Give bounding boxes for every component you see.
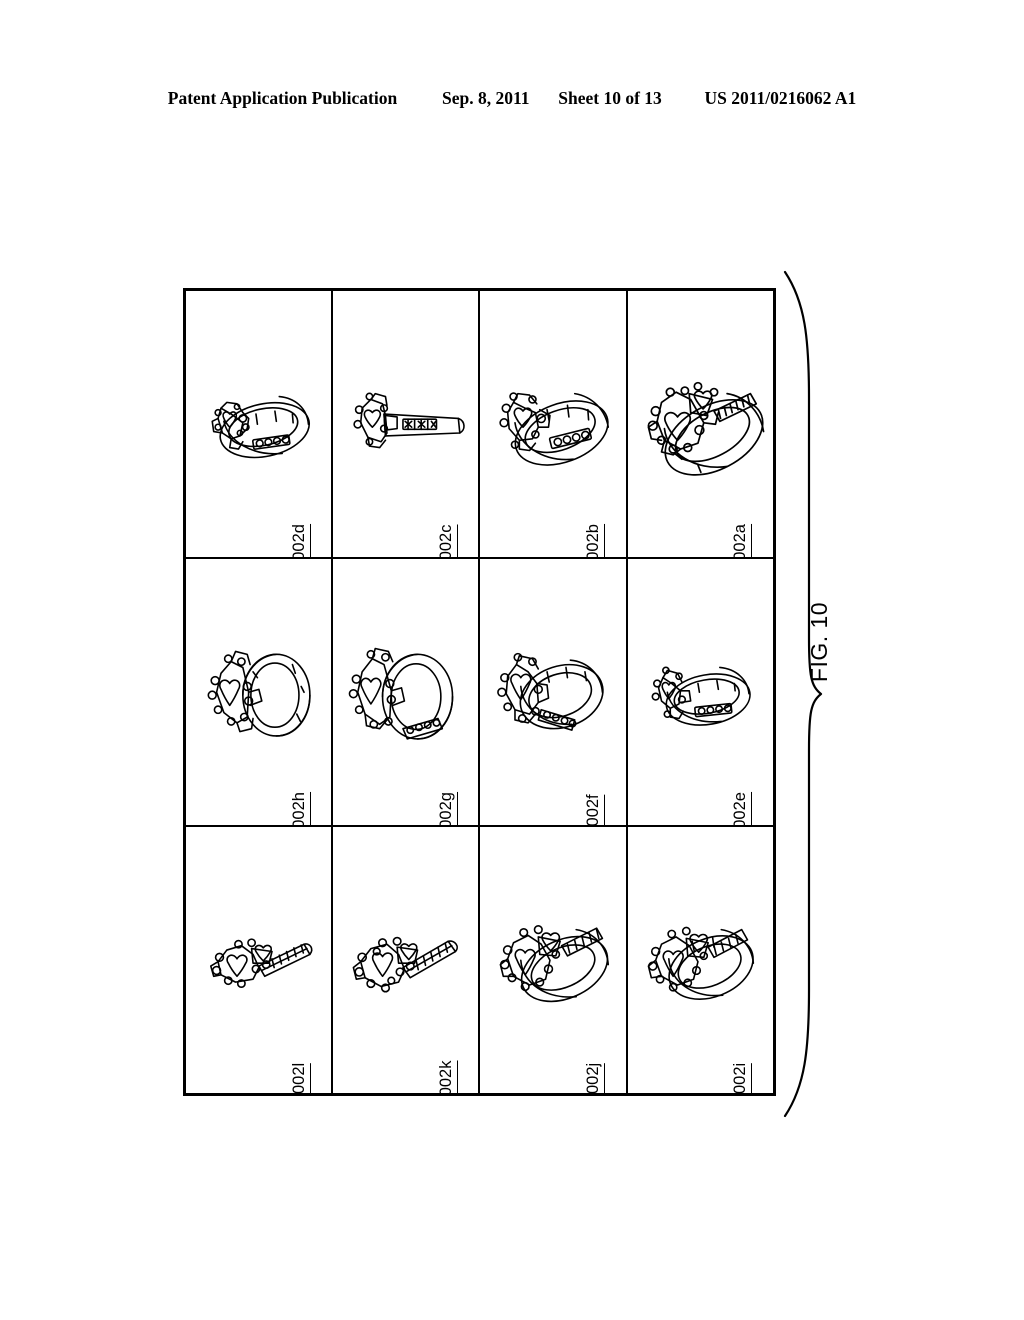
label-wrap-1002d: 1002d: [289, 485, 322, 558]
ring-cell-1002e: 1002e: [625, 556, 776, 828]
ring-label-1002g: 1002g: [436, 792, 458, 826]
ring-cell-1002f: 1002f: [478, 556, 628, 828]
label-wrap-1002g: 1002g: [436, 753, 469, 826]
ring-label-1002l: 1002l: [289, 1063, 311, 1094]
header-date: Sep. 8, 2011: [441, 88, 530, 108]
label-wrap-1002h: 1002h: [289, 753, 322, 826]
label-wrap-1002l: 1002l: [289, 1021, 322, 1094]
ring-label-1002c: 1002c: [436, 524, 458, 558]
label-wrap-1002b: 1002b: [584, 485, 616, 558]
header-publication: Patent Application Publication: [167, 88, 398, 108]
ring-label-1002e: 1002e: [731, 792, 753, 826]
ring-cell-1002l: 1002l: [183, 824, 334, 1096]
label-wrap-1002j: 1002j: [584, 1021, 616, 1094]
ring-image-grid: 1002d 1002c 1002b 1002a 1002h 1002g 1002…: [183, 288, 776, 1096]
figure-caption-text: FIG. 10: [806, 601, 832, 683]
label-wrap-1002i: 1002i: [731, 1021, 763, 1094]
ring-cell-1002g: 1002g: [331, 556, 481, 828]
label-wrap-1002e: 1002e: [731, 753, 763, 826]
ring-label-1002a: 1002a: [731, 524, 753, 558]
ring-label-1002j: 1002j: [584, 1063, 605, 1094]
header-patent-number: US 2011/0216062 A1: [704, 88, 857, 108]
ring-cell-1002j: 1002j: [478, 824, 628, 1096]
ring-cell-1002h: 1002h: [183, 556, 334, 828]
header-sheet-number: Sheet 10 of 13: [558, 88, 662, 108]
ring-label-1002i: 1002i: [731, 1063, 753, 1094]
ring-cell-1002c: 1002c: [331, 288, 481, 560]
ring-label-1002f: 1002f: [584, 794, 605, 826]
ring-label-1002b: 1002b: [584, 524, 605, 558]
ring-cell-1002i: 1002i: [625, 824, 776, 1096]
ring-cell-1002b: 1002b: [478, 288, 628, 560]
label-wrap-1002f: 1002f: [584, 753, 616, 826]
ring-cell-1002d: 1002d: [183, 288, 334, 560]
page-header: Patent Application Publication Sep. 8, 2…: [0, 88, 1024, 109]
label-wrap-1002c: 1002c: [436, 485, 469, 558]
ring-cell-1002a: 1002a: [625, 288, 776, 560]
figure-brace: [779, 268, 825, 1120]
label-wrap-1002a: 1002a: [731, 485, 763, 558]
figure-10-drawing: 1002d 1002c 1002b 1002a 1002h 1002g 1002…: [183, 288, 776, 1096]
ring-label-1002h: 1002h: [289, 792, 311, 826]
label-wrap-1002k: 1002k: [436, 1021, 469, 1094]
figure-caption: FIG. 10: [806, 602, 926, 682]
ring-cell-1002k: 1002k: [331, 824, 481, 1096]
ring-label-1002k: 1002k: [436, 1060, 458, 1094]
ring-label-1002d: 1002d: [289, 524, 311, 558]
